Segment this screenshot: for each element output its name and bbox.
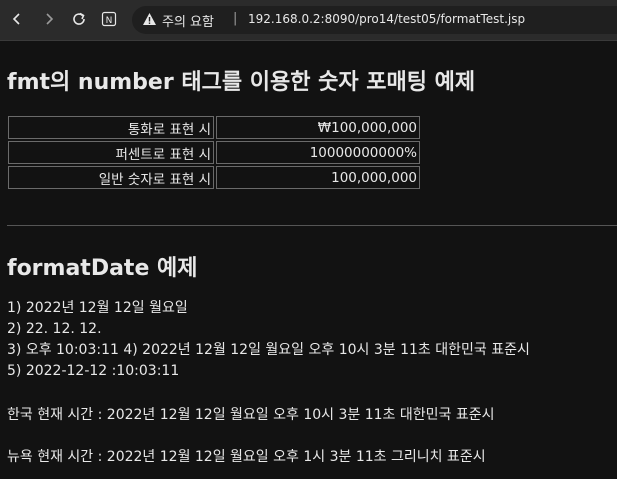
table-cell-value: 10000000000% (216, 141, 420, 164)
address-separator: | (233, 11, 238, 26)
table-cell-value: ₩100,000,000 (216, 116, 420, 139)
table-row: 일반 숫자로 표현 시 100,000,000 (8, 166, 420, 189)
table-cell-label: 통화로 표현 시 (8, 116, 214, 139)
korea-time-line: 한국 현재 시간 : 2022년 12월 12일 월요일 오후 10시 3분 1… (7, 407, 495, 423)
date-format-lines: 1) 2022년 12월 12일 월요일 2) 22. 12. 12. 3) 오… (7, 298, 530, 382)
horizontal-divider (7, 225, 617, 226)
page-title: fmt의 number 태그를 이용한 숫자 포매팅 예제 (7, 70, 476, 95)
date-line: 2) 22. 12. 12. (7, 321, 102, 337)
reload-button[interactable] (68, 8, 90, 30)
table-cell-value: 100,000,000 (216, 166, 420, 189)
svg-text:N: N (106, 16, 113, 26)
address-bar[interactable]: 주의 요함 | 192.168.0.2:8090/pro14/test05/fo… (132, 6, 617, 34)
security-label[interactable]: 주의 요함 (162, 11, 214, 30)
reader-mode-icon: N (101, 11, 117, 27)
arrow-left-icon (12, 13, 20, 25)
newyork-time-line: 뉴욕 현재 시간 : 2022년 12월 12일 월요일 오후 1시 3분 11… (7, 449, 486, 465)
number-format-table: 통화로 표현 시 ₩100,000,000 퍼센트로 표현 시 10000000… (6, 114, 422, 191)
reader-mode-button[interactable]: N (98, 8, 120, 30)
table-row: 퍼센트로 표현 시 10000000000% (8, 141, 420, 164)
date-line: 1) 2022년 12월 12일 월요일 (7, 300, 188, 316)
browser-toolbar: N 주의 요함 | 192.168.0.2:8090/pro14/test05/… (0, 0, 617, 41)
table-row: 통화로 표현 시 ₩100,000,000 (8, 116, 420, 139)
back-button[interactable] (6, 8, 28, 30)
date-line: 3) 오후 10:03:11 4) 2022년 12월 12일 월요일 오후 1… (7, 342, 530, 358)
date-section-title: formatDate 예제 (7, 256, 198, 281)
date-line: 5) 2022-12-12 :10:03:11 (7, 363, 180, 379)
table-cell-label: 퍼센트로 표현 시 (8, 141, 214, 164)
url-text[interactable]: 192.168.0.2:8090/pro14/test05/formatTest… (248, 12, 525, 26)
forward-button[interactable] (38, 8, 60, 30)
arrow-right-icon (46, 13, 54, 25)
reload-icon (73, 12, 85, 25)
table-cell-label: 일반 숫자로 표현 시 (8, 166, 214, 189)
warning-icon (143, 13, 156, 25)
